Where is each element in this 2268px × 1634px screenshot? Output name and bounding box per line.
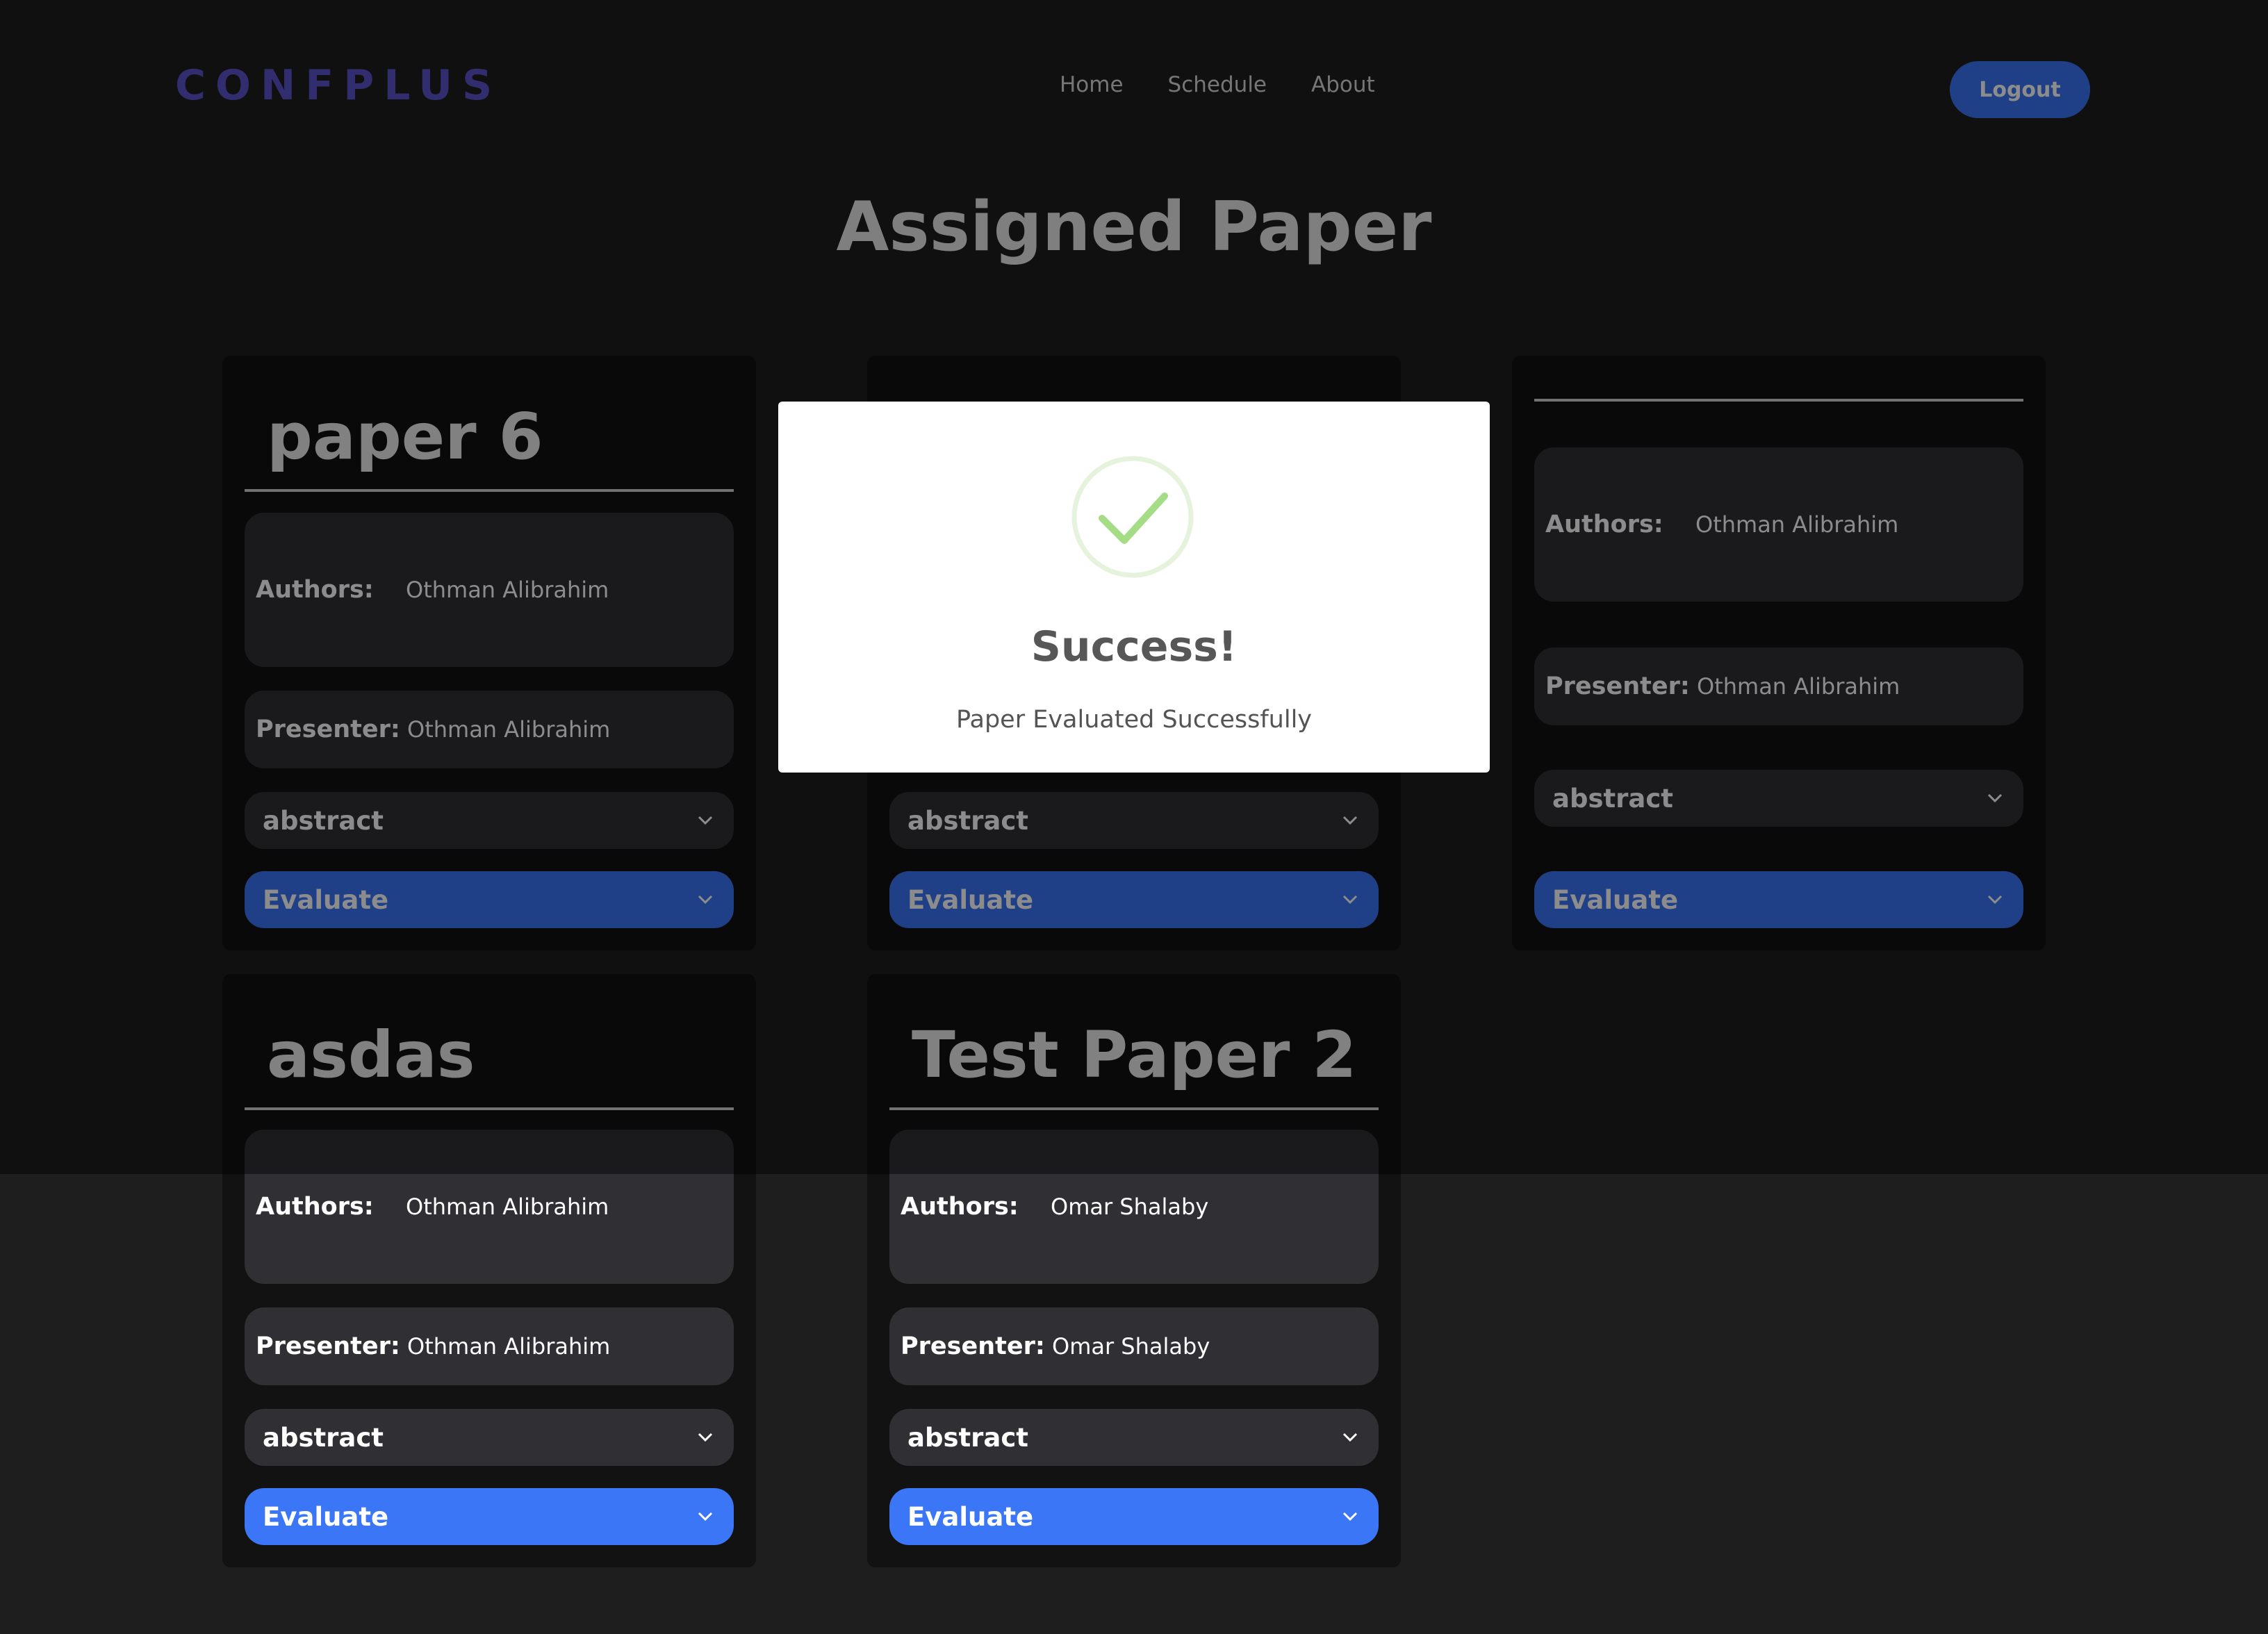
presenter-label: Presenter: (256, 1332, 400, 1360)
authors-value: Othman Alibrahim (406, 1194, 609, 1220)
presenter-value: Omar Shalaby (1052, 1333, 1210, 1360)
chevron-down-icon (693, 1426, 717, 1449)
presenter-box: Presenter: Othman Alibrahim (245, 1307, 734, 1385)
abstract-dropdown[interactable]: abstract (245, 1409, 734, 1466)
modal-message: Paper Evaluated Successfully (955, 706, 1313, 734)
presenter-label: Presenter: (901, 1332, 1045, 1360)
chevron-down-icon (1338, 1426, 1362, 1449)
evaluate-label: Evaluate (907, 1501, 1034, 1532)
abstract-label: abstract (907, 1422, 1028, 1453)
success-check-icon (1071, 456, 1194, 578)
page: CONFPLUS Home Schedule About Logout Assi… (0, 0, 2268, 1634)
presenter-value: Othman Alibrahim (407, 1333, 611, 1360)
abstract-dropdown[interactable]: abstract (889, 1409, 1379, 1466)
authors-value: Omar Shalaby (1051, 1194, 1209, 1220)
evaluate-dropdown[interactable]: Evaluate (889, 1488, 1379, 1545)
modal-title: Success! (1030, 622, 1238, 671)
abstract-label: abstract (263, 1422, 384, 1453)
authors-label: Authors: (901, 1193, 1019, 1221)
evaluate-label: Evaluate (263, 1501, 389, 1532)
chevron-down-icon (1338, 1505, 1362, 1528)
chevron-down-icon (693, 1505, 717, 1528)
success-modal: Success! Paper Evaluated Successfully (778, 402, 1490, 773)
authors-label: Authors: (256, 1193, 374, 1221)
presenter-box: Presenter: Omar Shalaby (889, 1307, 1379, 1385)
evaluate-dropdown[interactable]: Evaluate (245, 1488, 734, 1545)
